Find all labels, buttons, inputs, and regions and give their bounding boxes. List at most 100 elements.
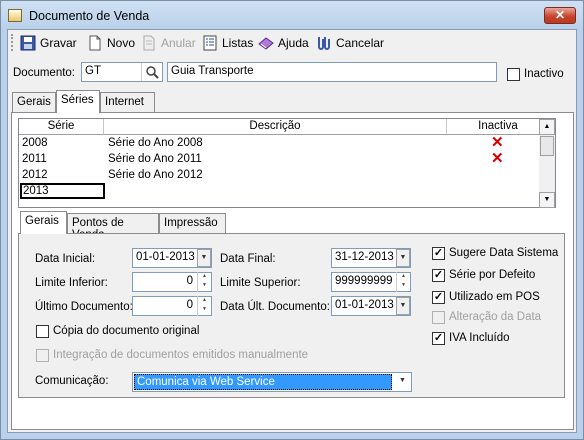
cancel-icon bbox=[316, 35, 332, 51]
row-serie: 2008 bbox=[22, 137, 48, 149]
table-row[interactable]: 2013 bbox=[19, 183, 549, 199]
limite-inferior-spinner[interactable]: ▲ ▼ bbox=[197, 272, 211, 292]
alteracao-data-checkbox[interactable] bbox=[432, 311, 445, 324]
documento-description-field[interactable]: Guia Transporte bbox=[167, 62, 497, 82]
subtab-impressao[interactable]: Impressão bbox=[159, 213, 226, 234]
iva-incluido-checkbox[interactable]: ✓ bbox=[432, 332, 445, 345]
ultimo-documento-spinner[interactable]: ▲ ▼ bbox=[197, 296, 211, 316]
tab-gerais[interactable]: Gerais bbox=[12, 92, 56, 113]
documento-label: Documento: bbox=[13, 67, 76, 79]
limite-inferior-label: Limite Inferior: bbox=[35, 277, 108, 289]
anular-button[interactable]: Anular bbox=[141, 33, 196, 53]
tab-series[interactable]: Séries bbox=[56, 90, 100, 113]
save-icon bbox=[20, 35, 36, 51]
ultimo-documento-value: 0 bbox=[186, 299, 193, 311]
toolbar-grip[interactable] bbox=[11, 34, 14, 51]
scroll-up-arrow-icon[interactable]: ▲ bbox=[539, 119, 555, 135]
data-ult-documento-dropdown-icon[interactable]: ▼ bbox=[396, 297, 410, 315]
data-ult-documento-label: Data Últ. Documento: bbox=[220, 301, 330, 313]
app-icon bbox=[8, 9, 22, 22]
grid-vertical-scrollbar[interactable]: ▲ ▼ bbox=[539, 118, 556, 208]
gravar-button[interactable]: Gravar bbox=[20, 33, 77, 53]
listas-button[interactable]: Listas bbox=[202, 33, 253, 53]
new-document-icon bbox=[87, 35, 103, 51]
grid-header-serie[interactable]: Série bbox=[19, 119, 104, 135]
tab-gerais-label: Gerais bbox=[17, 96, 51, 108]
row-serie-edit-cell[interactable]: 2013 bbox=[20, 183, 105, 199]
subtab-pontos-de-venda[interactable]: Pontos de Venda bbox=[67, 213, 159, 241]
copia-documento-checkbox[interactable] bbox=[36, 325, 49, 338]
comunicacao-select[interactable]: Comunica via Web Service bbox=[132, 372, 412, 392]
anular-label: Anular bbox=[161, 36, 196, 50]
inactive-x-icon: ✕ bbox=[491, 150, 504, 167]
scroll-down-arrow-icon[interactable]: ▼ bbox=[539, 192, 555, 208]
row-descricao: Série do Ano 2011 bbox=[108, 153, 202, 165]
ultimo-documento-label: Último Documento: bbox=[35, 301, 133, 313]
integracao-checkbox[interactable] bbox=[36, 349, 49, 362]
spin-down-icon[interactable]: ▼ bbox=[397, 281, 410, 290]
tab-series-label: Séries bbox=[61, 94, 94, 106]
comunicacao-dropdown-icon[interactable]: ▼ bbox=[394, 373, 411, 391]
novo-button[interactable]: Novo bbox=[87, 33, 135, 53]
subtab-gerais[interactable]: Gerais bbox=[20, 211, 67, 234]
sugere-data-checkbox[interactable]: ✓ bbox=[432, 247, 445, 260]
limite-superior-label: Limite Superior: bbox=[220, 277, 301, 289]
alteracao-data-label: Alteração da Data bbox=[449, 311, 542, 323]
subtab-gerais-label: Gerais bbox=[25, 215, 59, 227]
inactivo-checkbox[interactable] bbox=[507, 68, 520, 81]
data-final-value: 31-12-2013 bbox=[335, 251, 394, 263]
data-final-label: Data Final: bbox=[220, 253, 276, 265]
anular-icon bbox=[141, 35, 157, 51]
tab-internet-label: Internet bbox=[105, 96, 144, 108]
series-grid: Série Descrição Inactiva 2008 Série do A… bbox=[18, 118, 549, 208]
inactive-x-icon: ✕ bbox=[491, 134, 504, 151]
documento-code-value: GT bbox=[85, 65, 101, 77]
limite-superior-value: 999999999 bbox=[335, 275, 393, 287]
utilizado-pos-checkbox[interactable]: ✓ bbox=[432, 291, 445, 304]
spin-down-icon[interactable]: ▼ bbox=[198, 305, 211, 314]
table-row[interactable]: 2012 Série do Ano 2012 bbox=[19, 167, 549, 183]
row-serie: 2011 bbox=[22, 153, 47, 165]
comunicacao-label: Comunicação: bbox=[35, 375, 109, 387]
spin-down-icon[interactable]: ▼ bbox=[198, 281, 211, 290]
subtab-impressao-label: Impressão bbox=[164, 217, 218, 229]
search-icon bbox=[146, 66, 159, 79]
limite-superior-spinner[interactable]: ▲ ▼ bbox=[396, 272, 410, 292]
spin-up-icon[interactable]: ▲ bbox=[198, 272, 211, 281]
cancelar-button[interactable]: Cancelar bbox=[316, 33, 384, 53]
list-icon bbox=[202, 35, 218, 51]
documento-search-button[interactable] bbox=[141, 63, 162, 81]
help-book-icon bbox=[258, 35, 274, 51]
title-bar[interactable]: Documento de Venda ✕ bbox=[1, 1, 583, 29]
spin-up-icon[interactable]: ▲ bbox=[397, 272, 410, 281]
limite-inferior-value: 0 bbox=[186, 275, 193, 287]
serie-defeito-label: Série por Defeito bbox=[449, 269, 536, 281]
close-button[interactable]: ✕ bbox=[544, 7, 576, 24]
utilizado-pos-label: Utilizado em POS bbox=[449, 291, 540, 303]
cancelar-label: Cancelar bbox=[336, 36, 385, 50]
row-descricao: Série do Ano 2012 bbox=[108, 169, 203, 181]
row-descricao: Série do Ano 2008 bbox=[108, 137, 203, 149]
comunicacao-selected-value: Comunica via Web Service bbox=[134, 374, 392, 390]
novo-label: Novo bbox=[107, 36, 136, 50]
gravar-label: Gravar bbox=[40, 36, 77, 50]
ajuda-button[interactable]: Ajuda bbox=[258, 33, 309, 53]
grid-header-descricao[interactable]: Descrição bbox=[104, 119, 447, 135]
table-row[interactable]: 2011 Série do Ano 2011 ✕ bbox=[19, 151, 549, 167]
copia-documento-label: Cópia do documento original bbox=[53, 325, 200, 337]
data-inicial-dropdown-icon[interactable]: ▼ bbox=[197, 249, 211, 267]
spin-up-icon[interactable]: ▲ bbox=[198, 296, 211, 305]
table-row[interactable]: 2008 Série do Ano 2008 ✕ bbox=[19, 135, 549, 151]
serie-defeito-checkbox[interactable]: ✓ bbox=[432, 269, 445, 282]
toolbar: Gravar Novo Anular Listas Ajuda Cancelar bbox=[8, 30, 576, 56]
listas-label: Listas bbox=[222, 36, 254, 50]
document-window: Documento de Venda ✕ Gravar Novo Anular … bbox=[0, 0, 584, 440]
scroll-thumb[interactable] bbox=[540, 136, 554, 156]
grid-header-inactiva[interactable]: Inactiva bbox=[447, 119, 549, 135]
sugere-data-label: Sugere Data Sistema bbox=[449, 247, 559, 259]
documento-description-value: Guia Transporte bbox=[171, 65, 254, 77]
inactivo-label: Inactivo bbox=[524, 68, 564, 80]
data-final-dropdown-icon[interactable]: ▼ bbox=[396, 249, 410, 267]
tab-internet[interactable]: Internet bbox=[100, 92, 155, 113]
data-ult-documento-value: 01-01-2013 bbox=[335, 299, 394, 311]
